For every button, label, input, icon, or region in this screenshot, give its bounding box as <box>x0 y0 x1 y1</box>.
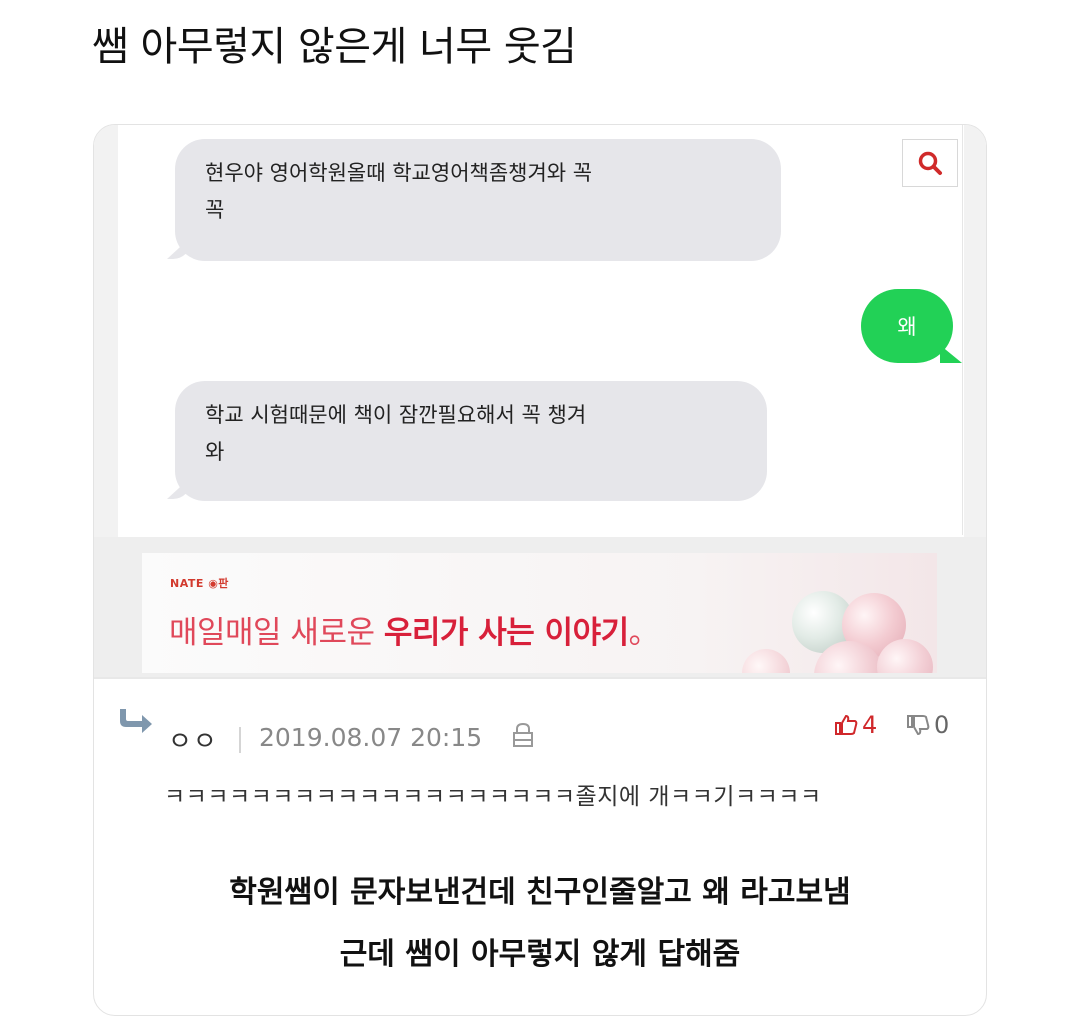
post-title: 쌤 아무렇지 않은게 너무 웃김 <box>92 24 577 70</box>
banner-slogan: 매일매일 새로운 우리가 사는 이야기。 <box>169 607 660 652</box>
nate-pann-banner[interactable]: NATE ◉판 매일매일 새로운 우리가 사는 이야기。 <box>142 553 937 673</box>
screenshot-card: 현우야 영어학원올때 학교영어책좀챙겨와 꼭 꼭 왜 학교 시험때문에 책이 잠… <box>93 124 987 1016</box>
search-icon <box>918 151 942 175</box>
nate-logo: NATE ◉판 <box>170 577 229 590</box>
report-icon[interactable] <box>512 721 534 749</box>
caption-line: 근데 쌤이 아무렇지 않게 답해줌 <box>339 937 741 972</box>
comment-author[interactable]: ㅇㅇ <box>168 721 218 758</box>
received-message-bubble: 현우야 영어학원올때 학교영어책좀챙겨와 꼭 꼭 <box>167 139 781 261</box>
message-text: 와 <box>205 440 225 464</box>
sent-message-bubble: 왜 <box>861 289 962 363</box>
caption-line: 학원쌤이 문자보낸건데 친구인줄알고 왜 라고보냄 <box>229 875 851 910</box>
meta-divider <box>239 727 241 753</box>
pearl-decoration-icon <box>742 649 790 673</box>
banner-slogan-light: 매일매일 새로운 <box>169 615 384 651</box>
bubble-tail <box>940 345 962 363</box>
thumbs-up-icon <box>835 714 858 735</box>
bubble-tail <box>167 237 191 259</box>
comment-text: ㅋㅋㅋㅋㅋㅋㅋㅋㅋㅋㅋㅋㅋㅋㅋㅋㅋㅋㅋ졸지에 개ㅋㅋ기ㅋㅋㅋㅋ <box>164 784 822 810</box>
dislike-count: 0 <box>934 711 950 739</box>
message-text: 꼭 <box>205 198 225 222</box>
bubble-tail <box>167 477 191 499</box>
like-button[interactable]: 4 <box>834 711 877 739</box>
reply-arrow-icon <box>120 709 152 733</box>
banner-slogan-end: 。 <box>628 615 660 651</box>
dislike-button[interactable]: 0 <box>906 711 949 739</box>
chat-area: 현우야 영어학원올때 학교영어책좀챙겨와 꼭 꼭 왜 학교 시험때문에 책이 잠… <box>118 125 963 535</box>
message-text: 왜 <box>897 315 917 339</box>
search-button[interactable] <box>902 139 958 187</box>
banner-slogan-bold: 우리가 사는 이야기 <box>383 615 629 651</box>
message-text: 현우야 영어학원올때 학교영어책좀챙겨와 꼭 <box>205 161 593 185</box>
message-text: 학교 시험때문에 책이 잠깐필요해서 꼭 챙겨 <box>205 403 587 427</box>
comment-date: 2019.08.07 20:15 <box>259 723 483 752</box>
like-count: 4 <box>862 711 878 739</box>
received-message-bubble: 학교 시험때문에 책이 잠깐필요해서 꼭 챙겨 와 <box>167 381 767 501</box>
thumbs-down-icon <box>907 715 930 736</box>
chat-margin-right <box>964 125 986 545</box>
section-divider <box>94 677 986 679</box>
chat-margin-left <box>94 125 118 545</box>
